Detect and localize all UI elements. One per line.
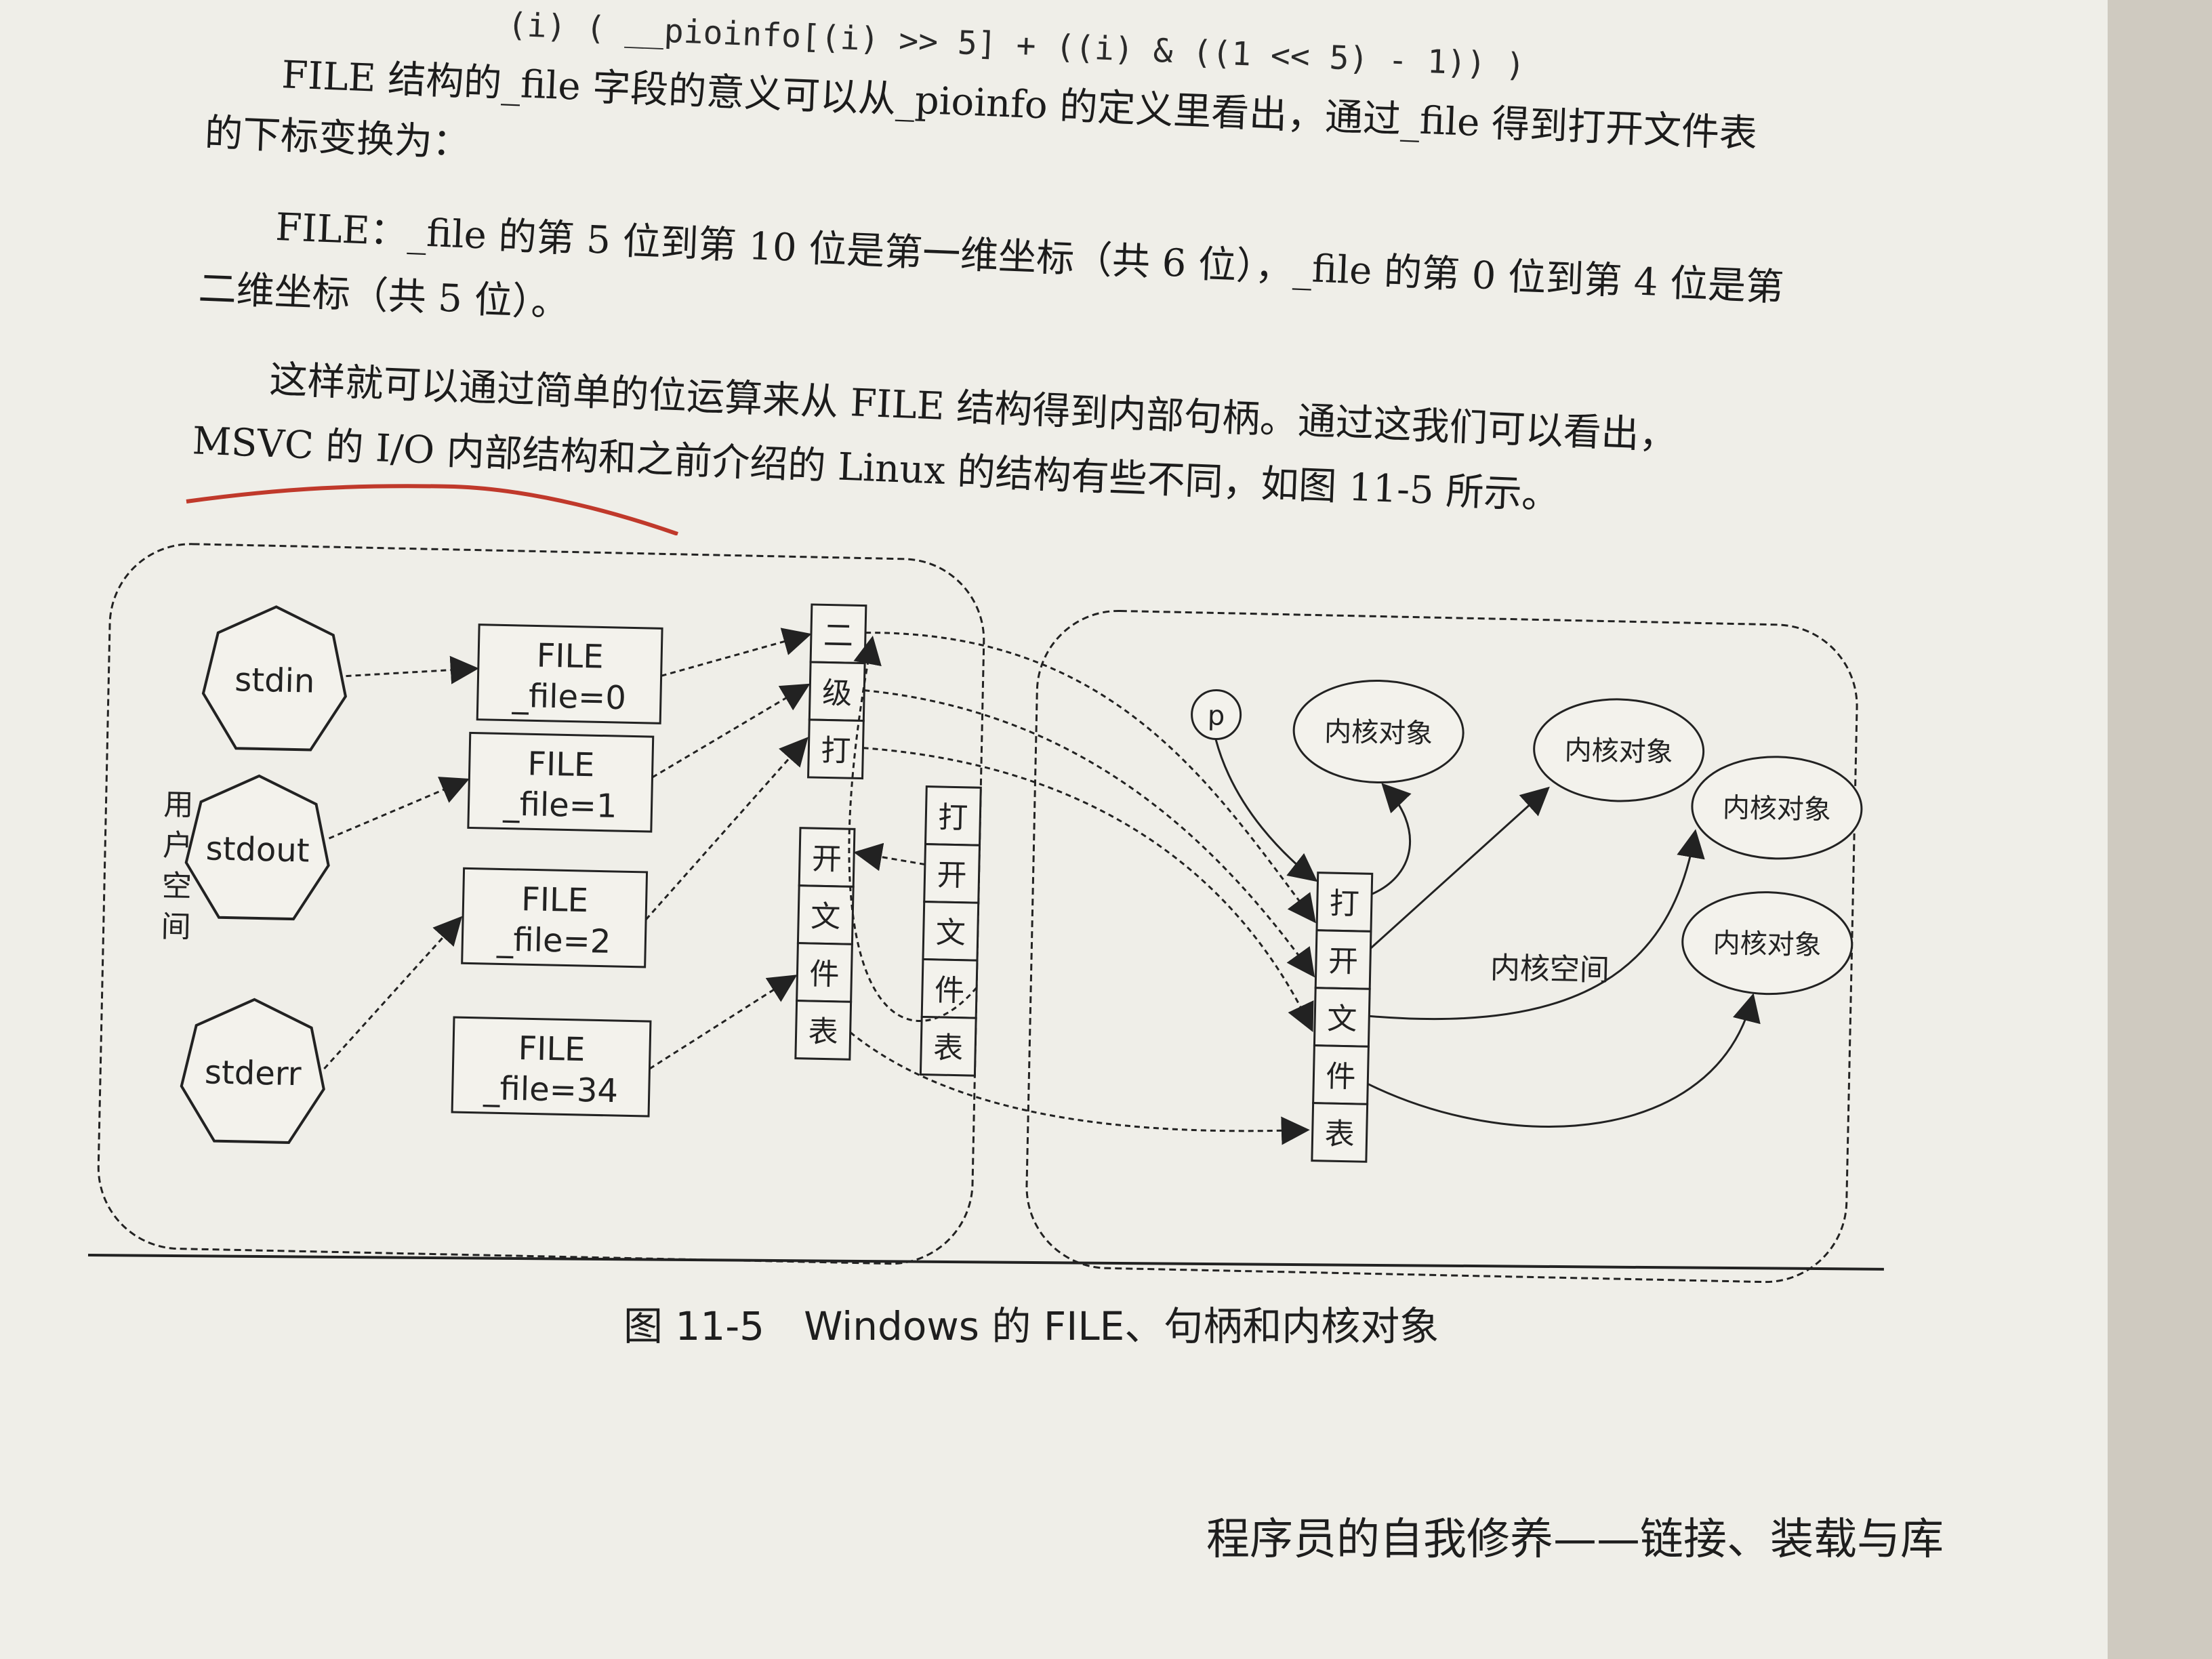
kernel-space-label: 内核空间 <box>1490 951 1610 988</box>
svg-text:级: 级 <box>822 676 853 711</box>
open-file-table-user: 打 开 文 件 表 <box>919 785 982 1077</box>
svg-text:_file=0: _file=0 <box>511 677 626 718</box>
svg-text:p: p <box>1207 700 1225 732</box>
svg-text:内核对象: 内核对象 <box>1324 716 1433 750</box>
diagram-canvas: 用 户 空 间 stdin stdout stderr FILE _file=0… <box>97 543 1863 1284</box>
stderr-node: stderr <box>180 998 325 1145</box>
svg-text:表: 表 <box>933 1031 964 1066</box>
svg-text:件: 件 <box>1326 1059 1356 1094</box>
svg-text:FILE: FILE <box>518 1029 586 1069</box>
paragraph-line-2: 的下标变换为： <box>203 110 472 166</box>
kernel-object-2: 内核对象 <box>1533 698 1705 802</box>
figure-11-5: 用 户 空 间 stdin stdout stderr FILE _file=0… <box>86 529 1877 1298</box>
svg-text:内核对象: 内核对象 <box>1564 735 1673 768</box>
svg-text:用: 用 <box>163 787 194 823</box>
svg-text:内核对象: 内核对象 <box>1713 928 1822 961</box>
svg-text:_file=34: _file=34 <box>483 1069 619 1110</box>
red-pen-underline <box>186 484 678 535</box>
svg-text:内核对象: 内核对象 <box>1722 792 1831 825</box>
stdout-node: stdout <box>184 774 330 921</box>
svg-text:_file=1: _file=1 <box>502 785 617 825</box>
svg-text:开: 开 <box>937 858 967 893</box>
svg-text:打: 打 <box>1329 886 1359 922</box>
second-level-table: 二 级 打 <box>807 603 867 780</box>
svg-text:文: 文 <box>935 916 966 951</box>
figure-caption: 图 11-5 Windows 的 FILE、句柄和内核对象 <box>623 1303 1439 1349</box>
kernel-object-4: 内核对象 <box>1681 891 1853 996</box>
svg-text:打: 打 <box>938 800 968 836</box>
stdin-node: stdin <box>201 605 348 752</box>
file-box-0: FILE _file=0 <box>476 623 663 724</box>
svg-text:FILE: FILE <box>536 636 604 676</box>
svg-text:表: 表 <box>1324 1117 1355 1152</box>
page-edge <box>2108 0 2212 1659</box>
svg-text:FILE: FILE <box>527 745 595 784</box>
svg-text:件: 件 <box>809 957 840 992</box>
svg-text:空: 空 <box>161 869 192 904</box>
open-file-table-small: 开 文 件 表 <box>794 827 856 1061</box>
svg-text:间: 间 <box>161 909 191 945</box>
pointer-p: p <box>1191 689 1242 741</box>
stdin-label: stdin <box>234 661 315 700</box>
file-box-34: FILE _file=34 <box>451 1016 652 1118</box>
svg-text:文: 文 <box>811 899 841 935</box>
kernel-object-3: 内核对象 <box>1691 756 1863 860</box>
svg-text:_file=2: _file=2 <box>496 920 611 961</box>
svg-text:表: 表 <box>808 1015 838 1050</box>
svg-text:FILE: FILE <box>521 880 589 920</box>
svg-text:开: 开 <box>1328 944 1358 979</box>
svg-text:打: 打 <box>821 733 851 769</box>
page-footer: 程序员的自我修养——链接、装载与库 <box>1206 1515 1944 1565</box>
svg-text:二: 二 <box>823 618 853 653</box>
paragraph-line-4: 二维坐标（共 5 位）。 <box>197 266 571 326</box>
stdout-label: stdout <box>205 830 310 869</box>
open-file-table-kernel: 打 开 文 件 表 <box>1311 872 1374 1163</box>
svg-text:文: 文 <box>1327 1002 1357 1037</box>
svg-text:开: 开 <box>811 842 842 877</box>
kernel-object-1: 内核对象 <box>1292 679 1465 784</box>
stderr-label: stderr <box>204 1053 302 1093</box>
file-box-1: FILE _file=1 <box>467 731 655 833</box>
file-box-2: FILE _file=2 <box>461 867 649 968</box>
